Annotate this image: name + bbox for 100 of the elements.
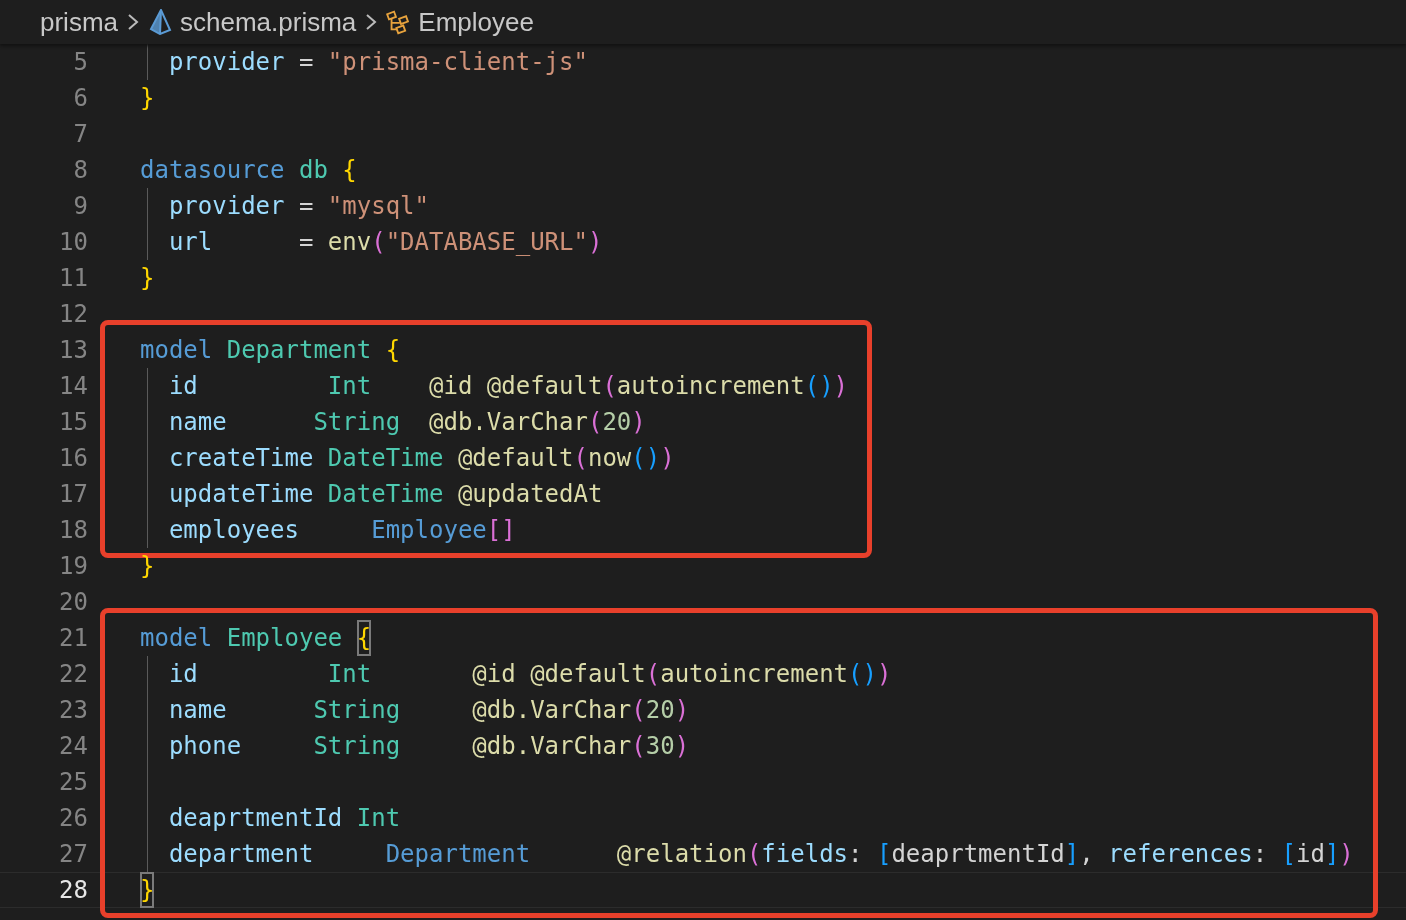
code-token: (): [804, 371, 834, 402]
code-token: 20: [602, 407, 632, 438]
line-number: 23: [58, 695, 88, 726]
code-token: :: [848, 839, 864, 870]
breadcrumb-item[interactable]: Employee: [418, 6, 534, 38]
code-token: =: [297, 227, 315, 258]
code-token: autoincrement: [616, 371, 805, 402]
code-token: [: [876, 839, 892, 870]
code-token: []: [486, 515, 516, 546]
line-number: 16: [58, 443, 88, 474]
code-token: =: [297, 191, 315, 222]
line-number: 5: [72, 47, 88, 78]
code-token: (): [848, 659, 877, 690]
code-token: }: [140, 872, 155, 908]
line-number: 12: [58, 299, 88, 330]
code-token: (: [631, 695, 646, 726]
code-token: @id @default: [429, 371, 603, 402]
line-number: 18: [58, 515, 88, 546]
code-token: (: [573, 443, 588, 474]
code-token: Int: [327, 659, 373, 690]
chevron-right-icon: [364, 12, 379, 32]
code-token: }: [140, 551, 155, 582]
line-number: 26: [58, 803, 88, 834]
code-token: references: [1108, 839, 1253, 870]
code-token: String: [313, 731, 402, 762]
code-token: ): [631, 407, 646, 438]
line-number: 11: [58, 263, 88, 294]
code-token: {: [356, 620, 372, 656]
code-token: model: [140, 623, 213, 654]
line-number: 7: [72, 119, 88, 150]
code-token: provider: [168, 191, 285, 222]
code-token: (: [746, 839, 762, 870]
line-number: 17: [58, 479, 88, 510]
code-token: ]: [1064, 839, 1080, 870]
code-token: Employee: [225, 623, 344, 654]
code-token: (): [631, 443, 661, 474]
code-token: ): [833, 371, 849, 402]
code-token: "mysql": [327, 191, 429, 222]
code-token: @db.VarChar: [429, 407, 588, 438]
code-token: Department: [385, 839, 532, 870]
code-token: Int: [356, 803, 401, 834]
code-token: createTime: [168, 443, 315, 474]
line-number: 8: [72, 155, 88, 186]
triangle-logo-icon: [148, 9, 172, 35]
code-token: "prisma-client-js": [327, 47, 588, 78]
code-token: deaprtmentId: [168, 803, 344, 834]
line-number: 9: [72, 191, 88, 222]
line-number: 22: [58, 659, 88, 690]
code-token: @default: [457, 443, 574, 474]
code-token: updateTime: [168, 479, 315, 510]
code-token: autoincrement: [660, 659, 849, 690]
code-token: id: [168, 371, 199, 402]
line-number: 10: [58, 227, 88, 258]
code-token: phone: [168, 731, 243, 762]
line-number: 28: [58, 875, 88, 906]
line-number: 24: [58, 731, 88, 762]
line-number: 21: [58, 623, 88, 654]
code-token: @id @default: [472, 659, 646, 690]
code-token: db: [297, 155, 329, 186]
code-token: DateTime: [327, 479, 445, 510]
code-token: ): [587, 227, 603, 258]
code-token: ): [674, 695, 690, 726]
code-token: name: [168, 407, 228, 438]
code-token: :: [1252, 839, 1269, 870]
code-token: fields: [761, 839, 849, 870]
line-number: 19: [58, 551, 88, 582]
code-token: @db.VarChar: [472, 695, 632, 726]
code-token: @updatedAt: [457, 479, 603, 510]
code-token: DateTime: [327, 443, 445, 474]
code-token: "DATABASE_URL": [385, 227, 588, 258]
code-token: @relation: [616, 839, 747, 870]
code-token: (: [631, 731, 646, 762]
code-token: url: [168, 227, 213, 258]
code-token: ]: [1324, 839, 1340, 870]
code-token: env: [327, 227, 372, 258]
line-number: 13: [58, 335, 88, 366]
code-token: (: [371, 227, 386, 258]
chevron-right-icon: [126, 12, 140, 32]
line-number: 27: [58, 839, 88, 870]
code-token: String: [313, 695, 402, 726]
code-token: datasource: [140, 155, 285, 186]
code-token: (: [587, 407, 603, 438]
code-token: ): [660, 443, 675, 474]
code-token: ): [876, 659, 892, 690]
code-token: provider: [168, 47, 285, 78]
code-token: }: [140, 263, 155, 294]
code-token: String: [313, 407, 402, 438]
code-token: department: [168, 839, 315, 870]
line-number: 20: [58, 587, 88, 618]
code-token: =: [297, 47, 315, 78]
breadcrumb-item[interactable]: prisma: [40, 6, 118, 38]
line-number: 25: [58, 767, 88, 798]
code-token: id: [1296, 839, 1325, 870]
line-number: 6: [72, 83, 88, 114]
code-token: deaprtmentId: [891, 839, 1065, 870]
code-token: Employee: [371, 515, 487, 546]
code-token: {: [342, 155, 357, 186]
code-token: Department: [225, 335, 373, 366]
breadcrumb-item[interactable]: schema.prisma: [180, 6, 357, 38]
code-token: employees: [168, 515, 300, 546]
